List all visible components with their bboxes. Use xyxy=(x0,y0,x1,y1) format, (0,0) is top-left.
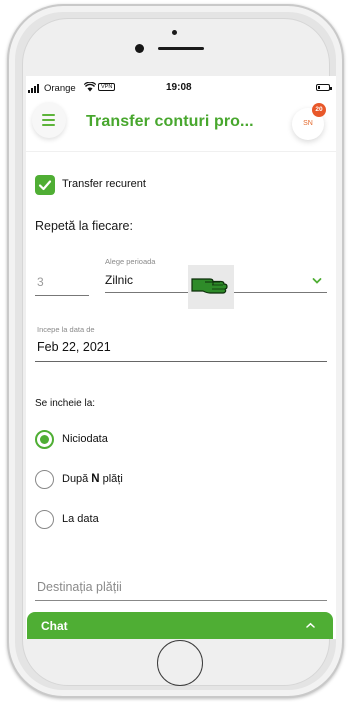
period-select[interactable]: Zilnic xyxy=(105,273,133,287)
end-after-suffix: plăți xyxy=(102,473,123,485)
front-camera xyxy=(135,44,144,53)
payment-destination-input[interactable]: Destinația plății xyxy=(37,580,122,594)
chevron-down-icon[interactable] xyxy=(312,277,322,285)
hand-pointer-icon xyxy=(188,265,234,309)
chat-label: Chat xyxy=(41,619,68,633)
end-after-prefix: După xyxy=(62,473,89,485)
start-date-label: Incepe la data de xyxy=(37,325,95,334)
recurring-transfer-checkbox[interactable] xyxy=(35,175,55,195)
end-never-radio[interactable] xyxy=(35,430,54,449)
check-icon xyxy=(38,180,52,191)
recurring-transfer-form: Transfer recurent Repetă la fiecare: 3 A… xyxy=(26,76,336,639)
chat-bar[interactable]: Chat xyxy=(27,612,333,639)
start-date-underline xyxy=(35,361,327,362)
payment-destination-underline xyxy=(35,600,327,601)
period-select-label: Alege perioada xyxy=(105,257,156,266)
start-date-input[interactable]: Feb 22, 2021 xyxy=(37,340,111,354)
top-sensor xyxy=(172,30,177,35)
recurring-transfer-label: Transfer recurent xyxy=(62,178,146,190)
interval-count-input[interactable]: 3 xyxy=(37,275,44,289)
end-on-date-radio[interactable] xyxy=(35,510,54,529)
end-after-payments-label: După Nplăți xyxy=(62,473,123,485)
repeat-every-label: Repetă la fiecare: xyxy=(35,219,133,233)
ends-on-label: Se incheie la: xyxy=(35,398,96,409)
interval-count-underline xyxy=(35,295,89,296)
end-never-label: Niciodata xyxy=(62,433,108,445)
end-on-date-label: La data xyxy=(62,513,99,525)
end-after-payments-radio[interactable] xyxy=(35,470,54,489)
home-button[interactable] xyxy=(157,640,203,686)
end-after-count-input[interactable]: N xyxy=(88,473,102,485)
app-screen: Orange VPN 19:08 Transfer conturi pro...… xyxy=(26,76,336,639)
chevron-up-icon[interactable] xyxy=(306,622,315,629)
earpiece-speaker xyxy=(158,47,204,50)
